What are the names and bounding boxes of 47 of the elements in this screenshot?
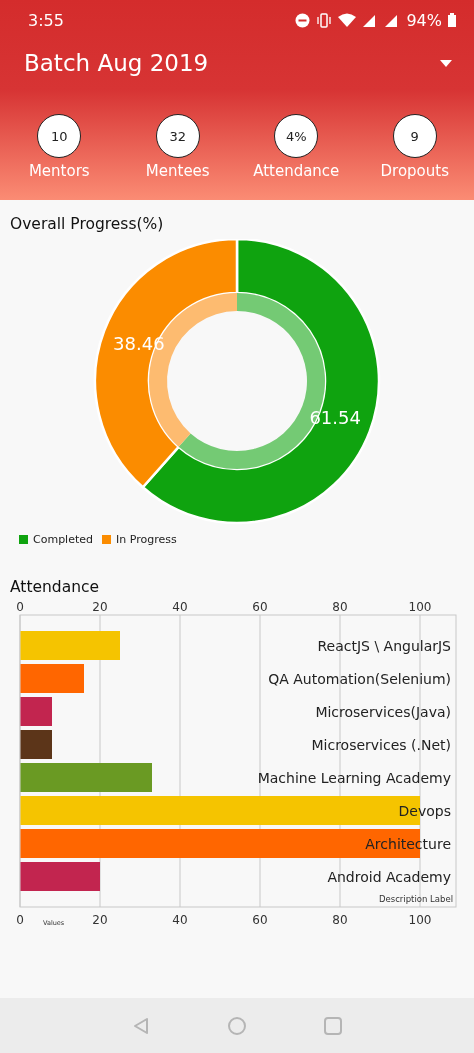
- legend-label: In Progress: [116, 533, 177, 546]
- section-title: Attendance: [9, 578, 101, 596]
- bar-label: Machine Learning Academy: [257, 770, 451, 786]
- description-label: Description Label: [378, 894, 453, 904]
- axis-tick-label: 40: [172, 600, 188, 614]
- home-icon[interactable]: [228, 1016, 246, 1035]
- bar-label: Microservices (.Net): [311, 737, 451, 753]
- bar-label: Android Academy: [327, 869, 451, 885]
- axis-tick-label: 80: [332, 600, 348, 614]
- stat-label: Mentees: [145, 162, 210, 180]
- bar-label: QA Automation(Selenium): [268, 671, 451, 687]
- stat-value: 10: [37, 114, 82, 158]
- wifi-icon: [338, 13, 357, 27]
- do-not-disturb-icon: [295, 12, 311, 28]
- section-title: Overall Progress(%): [9, 215, 165, 233]
- status-time: 3:55: [28, 10, 65, 30]
- axis-tick-label: 0: [16, 913, 24, 927]
- stat-value: 9: [392, 114, 437, 158]
- axis-tick-label: 100: [408, 600, 432, 614]
- battery-percent: 94%: [406, 10, 442, 30]
- axis-tick-label: 20: [92, 913, 108, 927]
- dropdown-caret-icon[interactable]: [440, 59, 452, 67]
- attendance-bar: [20, 697, 52, 726]
- axis-tick-label: 20: [92, 600, 108, 614]
- attendance-bar: [20, 730, 52, 759]
- axis-tick-label: 40: [172, 913, 188, 927]
- legend-swatch: [19, 535, 28, 544]
- battery-icon: [448, 13, 456, 27]
- stat-label: Mentors: [28, 162, 90, 180]
- bar-label: Microservices(Java): [315, 704, 451, 720]
- axis-tick-label: 0: [16, 600, 24, 614]
- stat-value: 32: [155, 114, 200, 158]
- axis-tick-label: 60: [252, 600, 268, 614]
- legend-label: Completed: [33, 533, 93, 546]
- stat-label: Attendance: [253, 162, 340, 180]
- vibrate-icon: [316, 12, 333, 28]
- stat-value: 4%: [274, 114, 319, 158]
- batch-title: Batch Aug 2019: [24, 50, 210, 76]
- back-icon[interactable]: [132, 1016, 150, 1035]
- attendance-bar: [20, 664, 84, 693]
- legend-swatch: [102, 535, 111, 544]
- bar-label: ReactJS \ AngularJS: [317, 638, 451, 654]
- axis-tick-label: 80: [332, 913, 348, 927]
- recents-icon[interactable]: [324, 1016, 342, 1035]
- stat-label: Dropouts: [380, 162, 449, 180]
- axis-tick-label: 60: [252, 913, 268, 927]
- axis-tick-label: 100: [408, 913, 432, 927]
